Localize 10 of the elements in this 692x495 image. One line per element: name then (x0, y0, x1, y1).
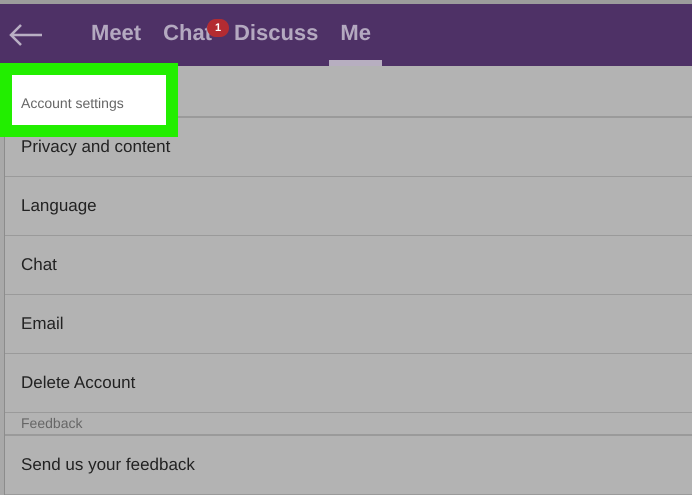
nav-tab[interactable]: Meet (80, 4, 152, 66)
settings-item[interactable]: Email (5, 295, 692, 354)
section-header: Account settings (21, 94, 124, 113)
section-header: Feedback (21, 414, 82, 433)
settings-item[interactable]: Send us your feedback (5, 436, 692, 495)
settings-item[interactable]: Language (5, 177, 692, 236)
settings-item[interactable]: Delete Account (5, 354, 692, 413)
settings-item[interactable]: Privacy and content (5, 118, 692, 177)
settings-item[interactable]: Chat (5, 236, 692, 295)
back-arrow-icon[interactable] (8, 23, 44, 48)
